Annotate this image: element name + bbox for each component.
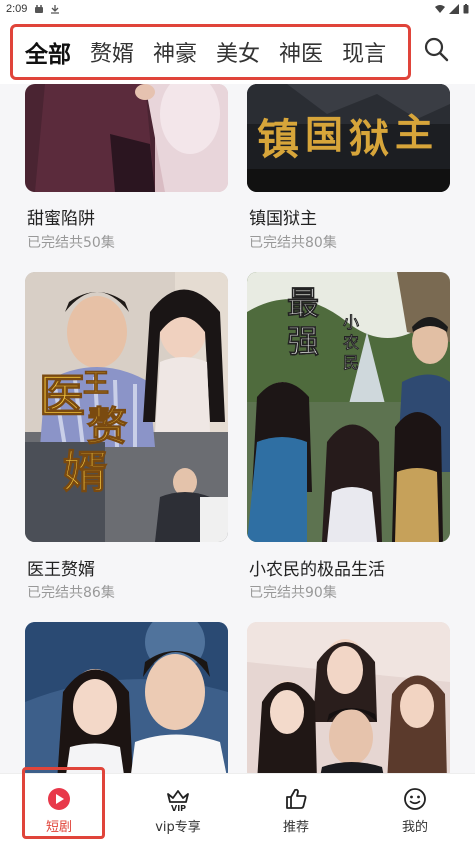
poster-title-char: 最 — [287, 284, 319, 322]
tab-miracle-doctor[interactable]: 神医 — [279, 36, 323, 68]
poster-image: 镇 国 狱 主 — [247, 84, 450, 192]
tab-son-in-law[interactable]: 赘婿 — [90, 36, 134, 68]
poster-image — [25, 84, 228, 192]
wifi-icon — [435, 5, 445, 13]
drama-status-2: 已完结共80集 — [249, 235, 337, 251]
drama-title-4[interactable]: 小农民的极品生活 — [249, 555, 385, 580]
nav-label: vip专享 — [155, 820, 201, 835]
tab-tycoon[interactable]: 神豪 — [153, 36, 197, 68]
category-tabs: 全部 赘婿 神豪 美女 神医 现言 — [10, 24, 411, 80]
nav-highlight-frame — [22, 767, 105, 839]
battery-icon — [463, 4, 469, 14]
drama-title-1[interactable]: 甜蜜陷阱 — [27, 204, 95, 229]
app-root: 2:09 全部 赘婿 神豪 美女 神医 现言 甜蜜陷阱 已完结共50集 镇 国 … — [0, 0, 475, 844]
poster-image: 医 王 赘 婿 — [25, 272, 228, 542]
poster-image — [247, 622, 450, 782]
tab-modern-romance[interactable]: 现言 — [342, 36, 386, 68]
poster-title-char: 王 — [83, 369, 109, 399]
signal-icon — [449, 4, 459, 14]
tab-all[interactable]: 全部 — [25, 35, 71, 69]
poster-image — [25, 622, 228, 782]
download-icon — [51, 5, 59, 14]
thumbs-up-icon — [286, 788, 307, 809]
status-bar: 2:09 — [0, 0, 475, 20]
drama-poster-5[interactable] — [25, 622, 228, 782]
vip-crown-icon: VIP — [167, 790, 189, 812]
poster-title-char: 主 — [395, 110, 433, 155]
nav-label: 我的 — [401, 820, 428, 835]
status-notification-icons — [34, 4, 60, 14]
poster-title-char: 赘 — [87, 403, 127, 450]
poster-title-char: 狱 — [349, 115, 389, 162]
svg-text:VIP: VIP — [171, 804, 186, 812]
drama-poster-2[interactable]: 镇 国 狱 主 — [247, 84, 450, 192]
nav-recommend[interactable]: 推荐 — [246, 774, 346, 844]
poster-title-char: 民 — [343, 353, 359, 372]
status-time: 2:09 — [6, 3, 28, 15]
poster-title-char: 婿 — [63, 447, 107, 498]
drama-poster-1[interactable] — [25, 84, 228, 192]
tab-beauty[interactable]: 美女 — [216, 36, 260, 68]
nav-label: 推荐 — [282, 820, 309, 835]
drama-status-1: 已完结共50集 — [27, 235, 115, 251]
android-notification-icon — [35, 5, 43, 13]
drama-poster-4[interactable]: 最 强 小 农 民 — [247, 272, 450, 542]
drama-poster-3[interactable]: 医 王 赘 婿 — [25, 272, 228, 542]
nav-mine[interactable]: 我的 — [365, 774, 465, 844]
search-icon[interactable] — [423, 36, 449, 62]
poster-title-char: 国 — [305, 112, 343, 157]
drama-poster-6[interactable] — [247, 622, 450, 782]
poster-title-char: 农 — [342, 333, 359, 352]
drama-status-4: 已完结共90集 — [249, 585, 337, 601]
category-bar: 全部 赘婿 神豪 美女 神医 现言 — [0, 20, 475, 84]
drama-title-3[interactable]: 医王赘婿 — [27, 555, 95, 580]
smiley-face-icon — [404, 788, 426, 810]
drama-title-2[interactable]: 镇国狱主 — [249, 204, 317, 229]
poster-title-char: 小 — [343, 313, 359, 332]
nav-vip[interactable]: VIP vip专享 — [128, 774, 228, 844]
poster-title-char: 医 — [39, 369, 85, 423]
poster-image: 最 强 小 农 民 — [247, 272, 450, 542]
poster-title-char: 镇 — [257, 115, 299, 164]
poster-title-char: 强 — [287, 322, 319, 360]
drama-status-3: 已完结共86集 — [27, 585, 115, 601]
status-system-icons — [435, 4, 469, 14]
